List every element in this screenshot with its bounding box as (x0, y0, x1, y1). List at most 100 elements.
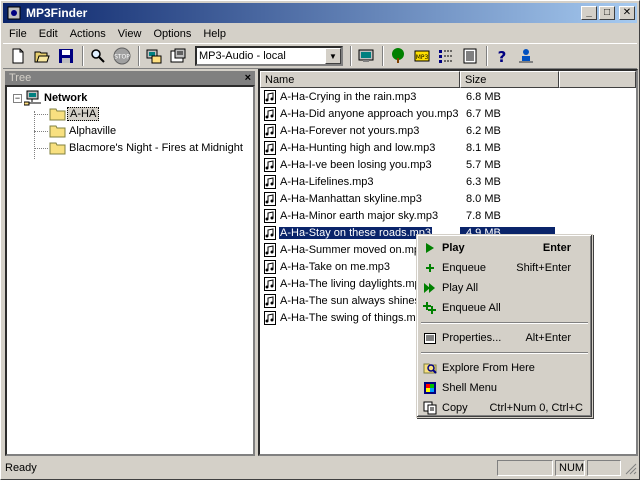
list-item[interactable]: A-Ha-Did anyone approach you.mp3 6.7 MB (260, 105, 636, 122)
file-name-cell: A-Ha-Lifelines.mp3 (260, 174, 460, 189)
menu-help[interactable]: Help (197, 28, 232, 40)
menu-item-label: Properties... (442, 332, 502, 344)
tree-icon[interactable] (387, 45, 409, 67)
status-panel-scroll (587, 460, 621, 476)
menu-actions[interactable]: Actions (64, 28, 112, 40)
list-icon[interactable] (459, 45, 481, 67)
search-icon[interactable] (87, 45, 109, 67)
svg-text:STOP: STOP (114, 54, 130, 61)
file-size: 8.1 MB (466, 141, 501, 154)
list-item[interactable]: A-Ha-Forever not yours.mp3 6.2 MB (260, 122, 636, 139)
file-size: 8.0 MB (466, 192, 501, 205)
file-size: 6.8 MB (466, 90, 501, 103)
mp3-icon[interactable]: MP3 (411, 45, 433, 67)
menu-item-copy[interactable]: Copy Ctrl+Num 0, Ctrl+C (420, 398, 589, 418)
menu-item-label: Shell Menu (442, 382, 498, 394)
menu-item-enqueue[interactable]: Enqueue Shift+Enter (420, 258, 589, 278)
context-menu: Play Enter Enqueue Shift+Enter Play All … (416, 234, 593, 418)
mp3-file-icon (264, 208, 276, 223)
list-item[interactable]: A-Ha-Manhattan skyline.mp3 8.0 MB (260, 190, 636, 207)
close-button[interactable]: ✕ (619, 6, 635, 20)
menu-item-explore[interactable]: Explore From Here (420, 358, 589, 378)
menu-file[interactable]: File (3, 28, 33, 40)
menu-view[interactable]: View (112, 28, 148, 40)
tree-header-title: Tree (9, 72, 32, 84)
help-icon[interactable]: ? (491, 45, 513, 67)
menu-separator (421, 352, 588, 354)
file-name: A-Ha-Forever not yours.mp3 (280, 124, 420, 137)
computer-icon[interactable] (143, 45, 165, 67)
file-name: A-Ha-The sun always shines (280, 294, 421, 307)
list-item[interactable]: A-Ha-Minor earth major sky.mp3 7.8 MB (260, 207, 636, 224)
menu-separator (421, 322, 588, 324)
chevron-down-icon[interactable]: ▼ (325, 48, 341, 64)
menu-options[interactable]: Options (147, 28, 197, 40)
file-name-cell: A-Ha-Forever not yours.mp3 (260, 123, 460, 138)
file-name: A-Ha-Manhattan skyline.mp3 (280, 192, 422, 205)
file-name-cell: A-Ha-Minor earth major sky.mp3 (260, 208, 460, 223)
tree-node-label: Blacmore's Night - Fires at Midnight (69, 142, 243, 154)
title-bar[interactable]: MP3Finder _ □ ✕ (3, 3, 637, 23)
file-name: A-Ha-Take on me.mp3 (280, 260, 391, 273)
column-header-name[interactable]: Name (260, 71, 460, 88)
file-name-cell: A-Ha-Did anyone approach you.mp3 (260, 106, 460, 121)
source-combo[interactable]: MP3-Audio - local ▼ (195, 46, 343, 66)
tree-node-network[interactable]: − Network (13, 90, 89, 106)
shortcut: Shift+Enter (516, 262, 571, 274)
column-header-size[interactable]: Size (460, 71, 559, 88)
tree-node-blackmores-night[interactable]: Blacmore's Night - Fires at Midnight (49, 141, 245, 155)
tree-node-label: A-HA (67, 107, 100, 121)
file-size: 6.2 MB (466, 124, 501, 137)
file-size: 7.8 MB (466, 209, 501, 222)
menu-edit[interactable]: Edit (33, 28, 64, 40)
tree-view[interactable]: − Network A-HA Alphaville Blacmore's Nig… (5, 85, 255, 456)
file-name: A-Ha-Crying in the rain.mp3 (280, 90, 417, 103)
user-icon[interactable] (515, 45, 537, 67)
folder-open-icon (49, 108, 66, 121)
tree-node-label: Network (44, 92, 88, 104)
resize-grip-icon[interactable] (623, 461, 637, 475)
file-size: 6.3 MB (466, 175, 501, 188)
menu-item-properties[interactable]: Properties... Alt+Enter (420, 328, 589, 348)
properties-icon (420, 330, 440, 346)
file-name-cell: A-Ha-Crying in the rain.mp3 (260, 89, 460, 104)
tree-node-a-ha[interactable]: A-HA (49, 107, 100, 121)
details-icon[interactable] (435, 45, 457, 67)
list-header: Name Size (260, 71, 636, 88)
mp3-file-icon (264, 259, 276, 274)
menu-bar: File Edit Actions View Options Help (3, 24, 637, 43)
save-icon[interactable] (55, 45, 77, 67)
menu-item-play-all[interactable]: Play All (420, 278, 589, 298)
minimize-button[interactable]: _ (581, 6, 597, 20)
file-size: 6.7 MB (466, 107, 501, 120)
properties-icon[interactable] (167, 45, 189, 67)
monitor-icon[interactable] (355, 45, 377, 67)
folder-icon (49, 142, 66, 155)
menu-item-play[interactable]: Play Enter (420, 238, 589, 258)
shortcut: Enter (542, 242, 571, 254)
status-bar: Ready NUM (3, 459, 637, 477)
list-item[interactable]: A-Ha-Hunting high and low.mp3 8.1 MB (260, 139, 636, 156)
list-item[interactable]: A-Ha-Lifelines.mp3 6.3 MB (260, 173, 636, 190)
file-name: A-Ha-Hunting high and low.mp3 (280, 141, 436, 154)
file-size: 5.7 MB (466, 158, 501, 171)
menu-item-label: Enqueue (442, 262, 487, 274)
maximize-button[interactable]: □ (599, 6, 615, 20)
mp3-file-icon (264, 157, 276, 172)
menu-item-shell[interactable]: Shell Menu (420, 378, 589, 398)
file-name: A-Ha-Did anyone approach you.mp3 (280, 107, 459, 120)
new-icon[interactable] (7, 45, 29, 67)
collapse-expander[interactable]: − (13, 93, 22, 103)
svg-text:?: ? (498, 48, 507, 64)
open-icon[interactable] (31, 45, 53, 67)
close-icon[interactable]: × (245, 72, 251, 84)
list-item[interactable]: A-Ha-I-ve been losing you.mp3 5.7 MB (260, 156, 636, 173)
shortcut: Alt+Enter (525, 332, 571, 344)
menu-item-enqueue-all[interactable]: Enqueue All (420, 298, 589, 318)
list-item[interactable]: A-Ha-Crying in the rain.mp3 6.8 MB (260, 88, 636, 105)
mp3-file-icon (264, 89, 276, 104)
mp3-file-icon (264, 310, 276, 325)
stop-icon[interactable]: STOP (111, 45, 133, 67)
tree-node-alphaville[interactable]: Alphaville (49, 124, 118, 138)
file-name: A-Ha-Stay on these roads.mp3 (277, 225, 434, 240)
